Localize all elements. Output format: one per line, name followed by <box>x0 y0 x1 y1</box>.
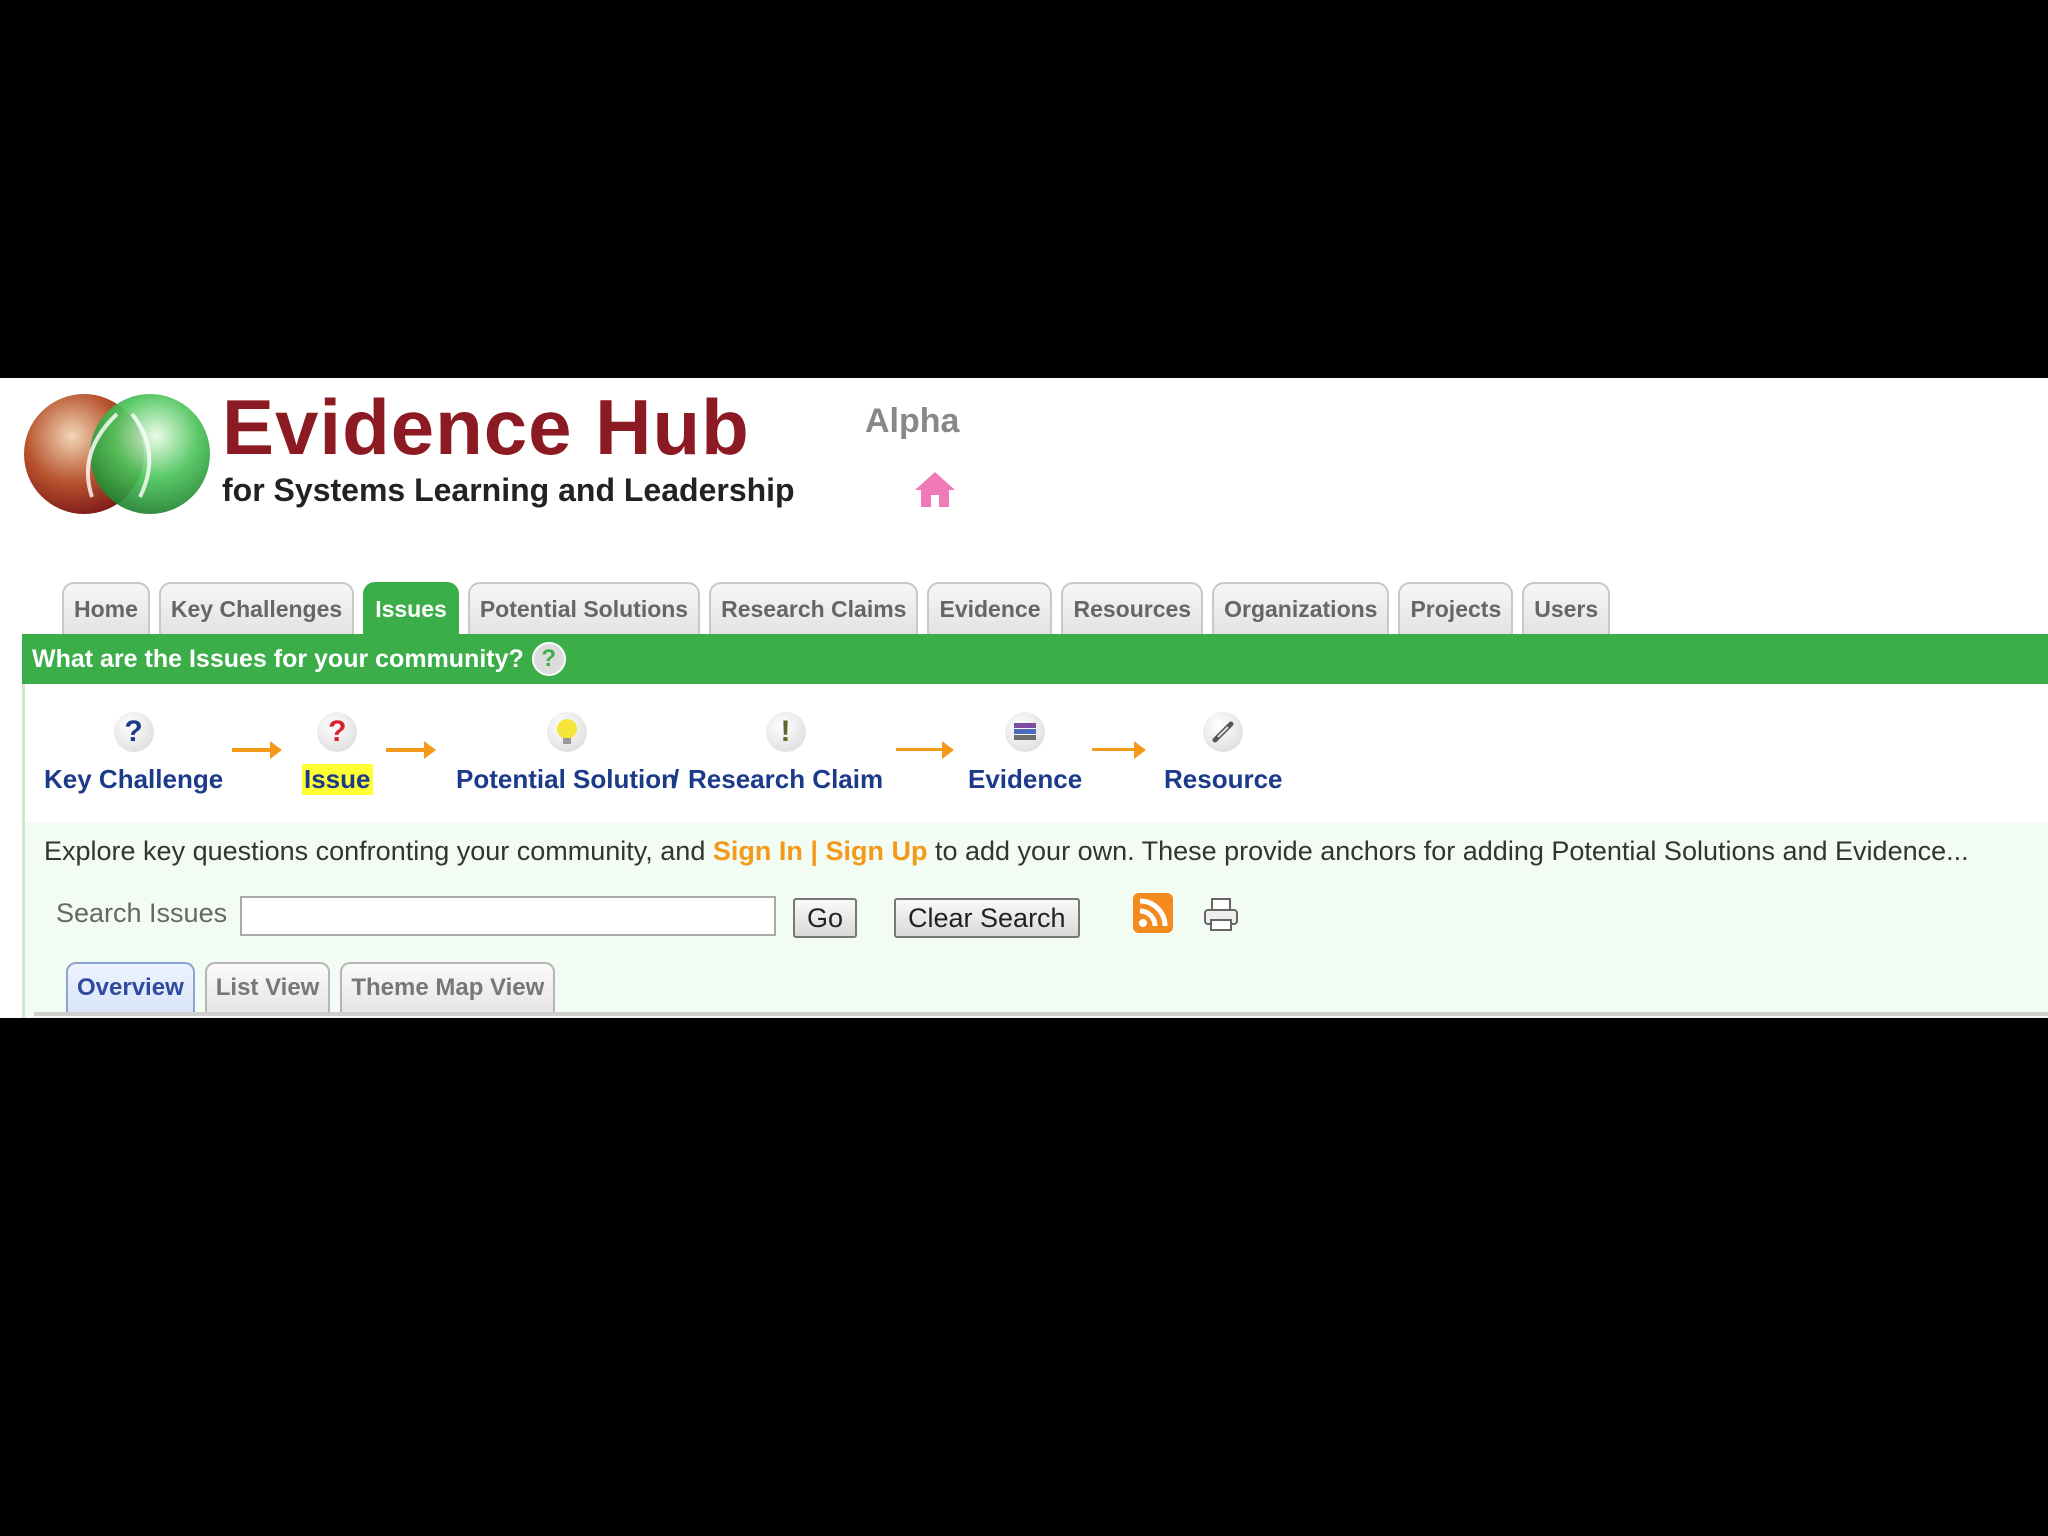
view-tab-divider <box>34 1012 2048 1016</box>
tab-list-view[interactable]: List View <box>204 962 331 1012</box>
question-mark-icon: ? <box>317 712 358 752</box>
question-text: What are the Issues for your community? <box>32 644 524 673</box>
rss-icon[interactable] <box>1132 892 1174 934</box>
flow-issue[interactable]: ? Issue <box>302 712 373 795</box>
flow-evidence-label: Evidence <box>968 764 1083 794</box>
search-label: Search Issues <box>56 898 228 928</box>
help-icon[interactable]: ? <box>531 642 566 676</box>
explore-text: Explore key questions confronting your c… <box>44 836 1969 867</box>
arrow-right-icon <box>386 741 436 759</box>
flow-issue-label: Issue <box>302 764 373 795</box>
explore-suffix: to add your own. These provide anchors f… <box>934 836 1969 866</box>
tab-key-challenges[interactable]: Key Challenges <box>158 582 355 634</box>
explore-prefix: Explore key questions confronting your c… <box>44 836 706 866</box>
exclamation-icon: ! <box>765 712 806 752</box>
tab-resources[interactable]: Resources <box>1061 582 1204 634</box>
clear-search-button[interactable]: Clear Search <box>894 898 1080 938</box>
arrow-right-icon <box>896 741 954 759</box>
main-nav-tabs: Home Key Challenges Issues Potential Sol… <box>62 582 1611 636</box>
search-input[interactable] <box>240 896 776 936</box>
books-icon <box>1005 712 1046 752</box>
tab-issues[interactable]: Issues <box>363 582 459 634</box>
alpha-label: Alpha <box>865 402 960 440</box>
lightbulb-icon <box>546 712 587 752</box>
print-icon[interactable] <box>1202 896 1240 934</box>
tab-potential-solutions[interactable]: Potential Solutions <box>467 582 701 634</box>
sign-up-link[interactable]: Sign Up <box>825 836 927 866</box>
flow-research-claim-label: Research Claim <box>688 764 884 794</box>
flow-potential-solution-label: Potential Solution <box>456 764 677 794</box>
evidence-hub-page: Evidence Hub for Systems Learning and Le… <box>0 378 2048 1018</box>
arrow-right-icon <box>1092 741 1146 759</box>
flow-potential-solution[interactable]: Potential Solution <box>456 712 677 795</box>
logo-icon <box>24 394 210 514</box>
tab-theme-map-view[interactable]: Theme Map View <box>340 962 556 1012</box>
tab-research-claims[interactable]: Research Claims <box>709 582 919 634</box>
tab-evidence[interactable]: Evidence <box>927 582 1053 634</box>
sign-in-link[interactable]: Sign In <box>713 836 803 866</box>
brand-subtitle: for Systems Learning and Leadership <box>222 472 795 508</box>
link-divider: | <box>810 836 818 866</box>
flow-research-claim[interactable]: ! Research Claim <box>688 712 883 795</box>
go-button[interactable]: Go <box>793 898 858 938</box>
arrow-right-icon <box>232 741 282 759</box>
tab-organizations[interactable]: Organizations <box>1212 582 1390 634</box>
tab-users[interactable]: Users <box>1522 582 1611 634</box>
flow-key-challenge-label: Key Challenge <box>44 764 224 794</box>
flow-separator: / <box>672 764 680 794</box>
question-bar: What are the Issues for your community? … <box>22 634 2048 684</box>
tab-overview[interactable]: Overview <box>66 962 195 1012</box>
view-tabs: Overview List View Theme Map View <box>66 962 556 1012</box>
flow-key-challenge[interactable]: ? Key Challenge <box>44 712 223 795</box>
home-icon[interactable] <box>912 468 958 510</box>
tab-projects[interactable]: Projects <box>1398 582 1514 634</box>
tab-home[interactable]: Home <box>62 582 150 634</box>
question-mark-icon: ? <box>113 712 154 752</box>
flow-resource-label: Resource <box>1164 764 1283 794</box>
flow-evidence[interactable]: Evidence <box>968 712 1082 795</box>
link-icon <box>1203 712 1244 752</box>
brand-title: Evidence Hub <box>222 383 750 471</box>
flow-resource[interactable]: Resource <box>1164 712 1283 795</box>
